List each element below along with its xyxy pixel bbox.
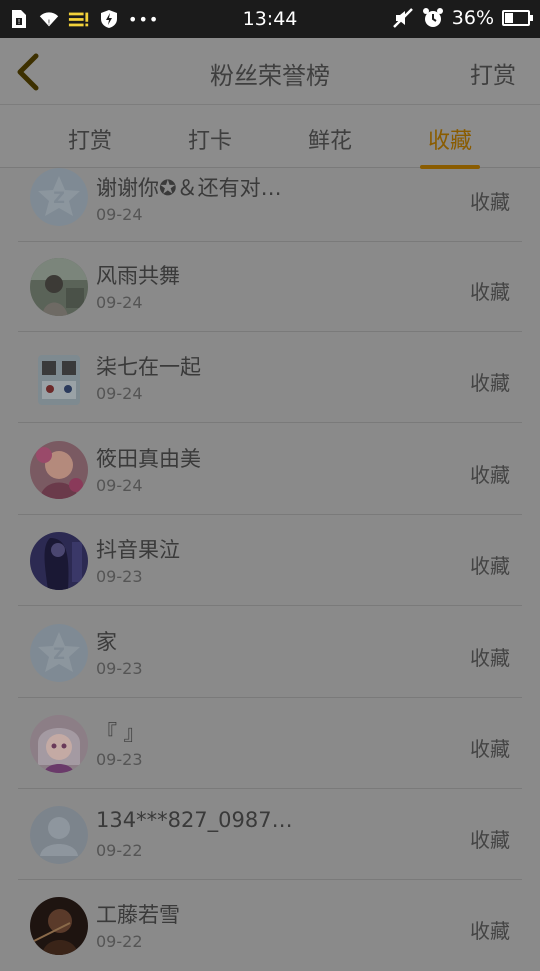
divider bbox=[18, 605, 522, 606]
photo-avatar bbox=[30, 349, 88, 407]
svg-text:Z: Z bbox=[53, 644, 65, 663]
header-bar: 粉丝荣誉榜 打赏 bbox=[0, 38, 540, 105]
item-name: 谢谢你✪＆还有对… bbox=[96, 176, 282, 200]
favorite-label: 收藏 bbox=[470, 463, 510, 487]
favorite-label: 收藏 bbox=[470, 646, 510, 670]
list-item[interactable]: 『 』 09-23 收藏 bbox=[0, 699, 540, 789]
divider bbox=[18, 331, 522, 332]
battery-level bbox=[505, 13, 513, 23]
item-name: 抖音果泣 bbox=[96, 538, 180, 562]
item-date: 09-22 bbox=[96, 932, 143, 951]
photo-avatar bbox=[30, 441, 88, 499]
battery-percent: 36% bbox=[451, 7, 494, 29]
item-name: 风雨共舞 bbox=[96, 264, 180, 288]
svg-text:Z: Z bbox=[53, 188, 65, 207]
item-name: 筱田真由美 bbox=[96, 447, 201, 471]
default-person-avatar bbox=[30, 806, 88, 864]
item-date: 09-22 bbox=[96, 841, 143, 860]
divider bbox=[18, 879, 522, 880]
list-item[interactable]: 柒七在一起 09-24 收藏 bbox=[0, 333, 540, 423]
tab-bar: 打赏 打卡 鲜花 收藏 bbox=[0, 105, 540, 169]
divider bbox=[18, 788, 522, 789]
photo-avatar bbox=[30, 897, 88, 955]
tab-label: 收藏 bbox=[427, 129, 472, 154]
item-date: 09-23 bbox=[96, 750, 143, 769]
tab-label: 鲜花 bbox=[307, 129, 352, 154]
item-name: 134***827_0987… bbox=[96, 808, 293, 832]
divider bbox=[18, 422, 522, 423]
item-date: 09-24 bbox=[96, 205, 143, 224]
favorite-label: 收藏 bbox=[470, 280, 510, 304]
item-date: 09-23 bbox=[96, 659, 143, 678]
list-item[interactable]: 134***827_0987… 09-22 收藏 bbox=[0, 790, 540, 880]
tab-label: 打卡 bbox=[187, 129, 232, 154]
default-star-avatar: Z bbox=[30, 168, 88, 226]
photo-avatar bbox=[30, 715, 88, 773]
favorite-label: 收藏 bbox=[470, 828, 510, 852]
favorite-label: 收藏 bbox=[470, 371, 510, 395]
favorite-label: 收藏 bbox=[470, 919, 510, 943]
reward-button[interactable]: 打赏 bbox=[470, 56, 516, 90]
battery-icon bbox=[502, 10, 533, 26]
tab-checkin[interactable]: 打卡 bbox=[170, 123, 250, 155]
list-item[interactable]: 工藤若雪 09-22 收藏 bbox=[0, 881, 540, 971]
status-right-icons: 36% bbox=[392, 7, 533, 29]
item-name: 柒七在一起 bbox=[96, 355, 201, 379]
favorite-label: 收藏 bbox=[470, 737, 510, 761]
item-name: 工藤若雪 bbox=[96, 903, 180, 927]
list-item[interactable]: 抖音果泣 09-23 收藏 bbox=[0, 516, 540, 606]
list-item[interactable]: Z 谢谢你✪＆还有对… 09-24 收藏 bbox=[0, 168, 540, 242]
item-date: 09-24 bbox=[96, 476, 143, 495]
item-date: 09-23 bbox=[96, 567, 143, 586]
list-item[interactable]: Z 家 09-23 收藏 bbox=[0, 608, 540, 698]
tab-favorites[interactable]: 收藏 bbox=[410, 123, 490, 169]
item-date: 09-24 bbox=[96, 293, 143, 312]
photo-avatar bbox=[30, 532, 88, 590]
item-name: 『 』 bbox=[96, 721, 145, 745]
default-star-avatar: Z bbox=[30, 624, 88, 682]
item-name: 家 bbox=[96, 630, 117, 654]
tab-reward[interactable]: 打赏 bbox=[50, 123, 130, 155]
list-item[interactable]: 风雨共舞 09-24 收藏 bbox=[0, 242, 540, 332]
tab-flowers[interactable]: 鲜花 bbox=[290, 123, 370, 155]
list-item[interactable]: 筱田真由美 09-24 收藏 bbox=[0, 425, 540, 515]
status-bar: ! ! ••• 13:44 36% bbox=[0, 0, 540, 38]
tab-label: 打赏 bbox=[67, 129, 112, 154]
divider bbox=[18, 514, 522, 515]
alarm-icon bbox=[422, 7, 444, 29]
divider bbox=[18, 697, 522, 698]
silent-icon bbox=[392, 7, 414, 29]
photo-avatar bbox=[30, 258, 88, 316]
page-title: 粉丝荣誉榜 bbox=[210, 62, 330, 90]
favorite-label: 收藏 bbox=[470, 554, 510, 578]
favorite-label: 收藏 bbox=[470, 190, 510, 214]
item-date: 09-24 bbox=[96, 384, 143, 403]
